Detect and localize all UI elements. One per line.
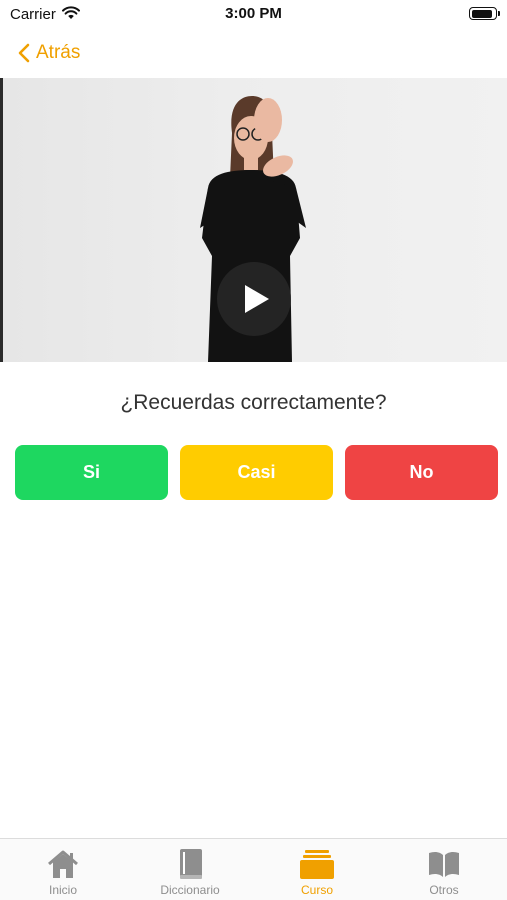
battery-level — [471, 9, 492, 18]
video-player[interactable] — [0, 78, 507, 362]
battery-icon — [469, 7, 500, 20]
tab-label-diccionario: Diccionario — [160, 883, 220, 897]
tab-otros[interactable]: Otros — [381, 847, 507, 899]
tab-diccionario[interactable]: Diccionario — [127, 847, 253, 899]
video-edge — [0, 78, 3, 362]
answer-buttons: Si Casi No — [15, 445, 498, 500]
back-label: Atrás — [36, 42, 81, 63]
tab-label-otros: Otros — [429, 883, 459, 897]
answer-si-button[interactable]: Si — [15, 445, 168, 500]
home-icon — [48, 850, 78, 878]
tab-inicio[interactable]: Inicio — [0, 847, 126, 899]
book-icon — [180, 849, 202, 879]
tab-label-inicio: Inicio — [48, 883, 77, 897]
tab-bar: Inicio Diccionario Curso Otros — [0, 838, 507, 900]
question-text: ¿Recuerdas correctamente? — [120, 391, 387, 414]
play-button[interactable] — [217, 262, 291, 336]
play-icon — [244, 285, 269, 313]
answer-no-button[interactable]: No — [345, 445, 498, 500]
cards-icon — [300, 850, 334, 879]
status-time: 3:00 PM — [225, 5, 282, 22]
back-button[interactable]: Atrás — [18, 38, 80, 68]
status-bar: Carrier 3:00 PM — [0, 0, 507, 30]
tab-curso[interactable]: Curso — [254, 847, 380, 899]
open-book-icon — [429, 851, 459, 877]
chevron-left-icon — [18, 43, 30, 63]
tab-label-curso: Curso — [300, 883, 333, 897]
answer-casi-button[interactable]: Casi — [180, 445, 333, 500]
